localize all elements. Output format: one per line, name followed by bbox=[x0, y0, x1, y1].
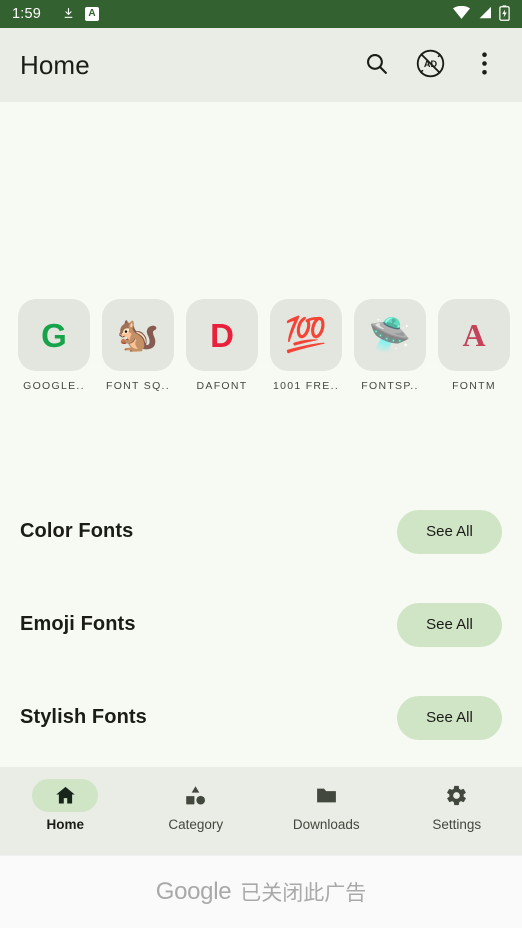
folder-icon bbox=[293, 779, 359, 812]
status-bar-right bbox=[453, 4, 510, 24]
source-label: FONTSP.. bbox=[361, 380, 419, 392]
source-item-fontm[interactable]: A FONTM bbox=[438, 299, 510, 392]
ad-banner-slot[interactable]: Google 已关闭此广告 bbox=[0, 855, 522, 928]
search-icon bbox=[364, 51, 389, 79]
category-title: Stylish Fonts bbox=[20, 706, 147, 728]
ad-closed-message: 已关闭此广告 bbox=[240, 882, 367, 905]
category-row-myanmar-fonts[interactable]: Myanmar Fonts See All bbox=[0, 764, 522, 767]
nav-label: Category bbox=[168, 817, 224, 832]
nav-label: Settings bbox=[432, 817, 482, 832]
overflow-menu-button[interactable] bbox=[460, 41, 508, 89]
font-sources-row[interactable]: G GOOGLE.. 🐿️ FONT SQ.. D DAFONT 💯 1001 … bbox=[0, 299, 522, 392]
status-bar-clock: 1:59 bbox=[12, 6, 42, 22]
app-bar-actions: AD bbox=[352, 41, 508, 89]
source-label: FONT SQ.. bbox=[105, 380, 170, 392]
battery-charging-icon bbox=[499, 4, 510, 24]
svg-text:AD: AD bbox=[423, 59, 437, 69]
category-row-emoji-fonts[interactable]: Emoji Fonts See All bbox=[0, 578, 522, 671]
nav-item-home[interactable]: Home bbox=[0, 779, 131, 832]
google-g-icon: G bbox=[18, 299, 90, 371]
home-icon bbox=[32, 779, 99, 812]
font-categories-list: Color Fonts See All Emoji Fonts See All … bbox=[0, 485, 522, 767]
bottom-navigation-bar: Home Category Downloads Settings bbox=[0, 767, 522, 855]
wifi-icon bbox=[453, 5, 470, 22]
flying-saucer-emoji-icon: 🛸 bbox=[354, 299, 426, 371]
page-title: Home bbox=[20, 49, 90, 80]
gear-icon bbox=[424, 779, 490, 812]
source-label: DAFONT bbox=[196, 380, 248, 392]
category-title: Emoji Fonts bbox=[20, 613, 136, 635]
source-label: 1001 FRE.. bbox=[272, 380, 340, 392]
see-all-button-emoji-fonts[interactable]: See All bbox=[397, 602, 502, 647]
status-bar-left: 1:59 A bbox=[12, 6, 100, 23]
source-item-google[interactable]: G GOOGLE.. bbox=[18, 299, 90, 392]
app-bar: Home AD bbox=[0, 28, 522, 102]
nav-label: Home bbox=[46, 817, 84, 832]
category-row-color-fonts[interactable]: Color Fonts See All bbox=[0, 485, 522, 578]
source-item-fontspace[interactable]: 🛸 FONTSP.. bbox=[354, 299, 426, 392]
fontm-a-icon: A bbox=[438, 299, 510, 371]
nav-label: Downloads bbox=[292, 817, 360, 832]
download-icon bbox=[62, 6, 75, 23]
remove-ads-button[interactable]: AD bbox=[406, 41, 454, 89]
source-item-1001freefonts[interactable]: 💯 1001 FRE.. bbox=[270, 299, 342, 392]
see-all-button-color-fonts[interactable]: See All bbox=[397, 509, 502, 554]
nav-item-downloads[interactable]: Downloads bbox=[261, 779, 392, 832]
source-item-dafont[interactable]: D DAFONT bbox=[186, 299, 258, 392]
cellular-signal-icon bbox=[477, 6, 492, 22]
status-bar: 1:59 A bbox=[0, 0, 522, 28]
search-button[interactable] bbox=[352, 41, 400, 89]
nav-item-category[interactable]: Category bbox=[131, 779, 262, 832]
overflow-menu-icon bbox=[481, 52, 487, 78]
remove-ads-icon: AD bbox=[415, 48, 446, 82]
source-label: GOOGLE.. bbox=[23, 380, 85, 392]
nav-item-settings[interactable]: Settings bbox=[392, 779, 522, 832]
see-all-button-stylish-fonts[interactable]: See All bbox=[397, 695, 502, 740]
app-root: 1:59 A Home AD G GOOGLE.. 🐿️ FONT SQ.. D… bbox=[0, 0, 522, 928]
shapes-icon bbox=[163, 779, 229, 812]
squirrel-emoji-icon: 🐿️ bbox=[102, 299, 174, 371]
hundred-points-emoji-icon: 💯 bbox=[270, 299, 342, 371]
category-title: Color Fonts bbox=[20, 520, 134, 542]
google-wordmark: Google bbox=[155, 878, 232, 905]
dafont-d-icon: D bbox=[186, 299, 258, 371]
source-item-fontsquirrel[interactable]: 🐿️ FONT SQ.. bbox=[102, 299, 174, 392]
content-scroll-area[interactable]: G GOOGLE.. 🐿️ FONT SQ.. D DAFONT 💯 1001 … bbox=[0, 102, 522, 767]
source-label: FONTM bbox=[452, 380, 496, 392]
category-row-stylish-fonts[interactable]: Stylish Fonts See All bbox=[0, 671, 522, 764]
app-badge-icon: A bbox=[85, 7, 100, 21]
